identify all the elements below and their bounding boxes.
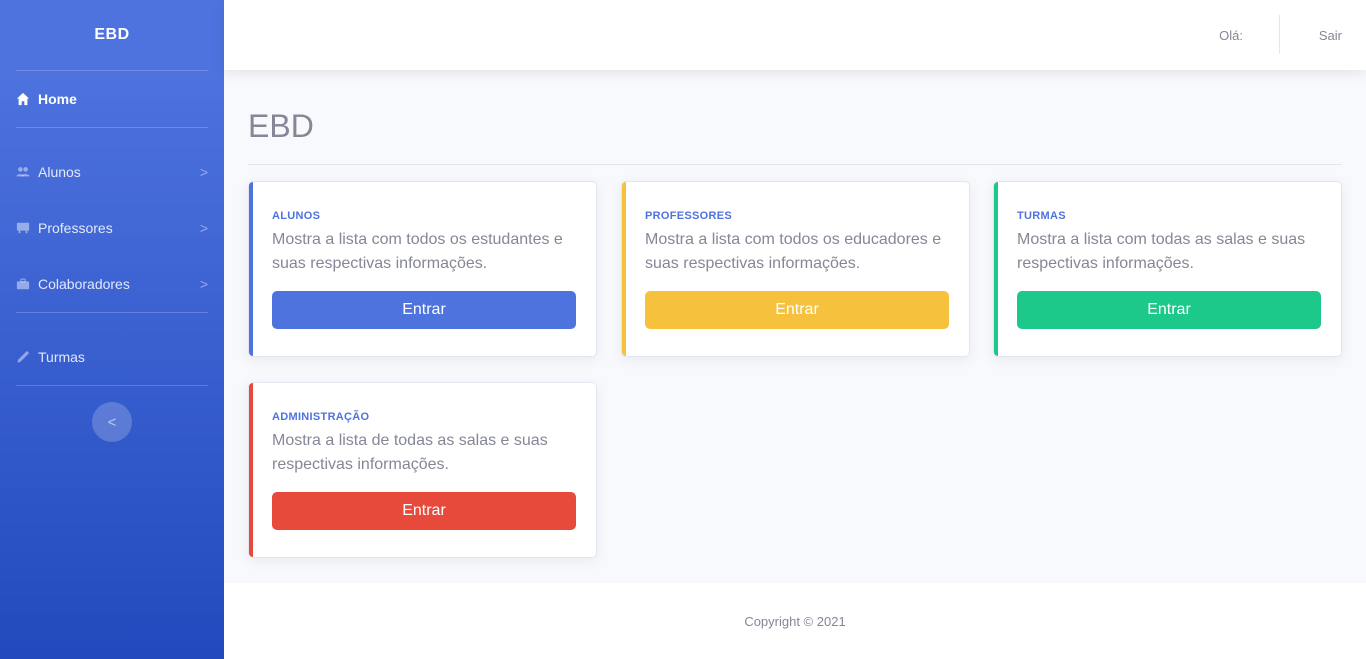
sidebar-toggle-wrap: <: [0, 386, 224, 442]
card-turmas: TURMAS Mostra a lista com todas as salas…: [993, 181, 1342, 357]
sidebar-item-home[interactable]: Home: [0, 71, 224, 127]
card-accent: [249, 182, 253, 356]
card-administracao: ADMINISTRAÇÃO Mostra a lista de todas as…: [248, 382, 597, 558]
topbar: Olá: Sair: [224, 0, 1366, 70]
copyright-text: Copyright © 2021: [744, 613, 846, 629]
sidebar-item-alunos[interactable]: Alunos >: [0, 144, 224, 200]
title-divider: [248, 164, 1342, 165]
footer: Copyright © 2021: [224, 583, 1366, 659]
professores-enter-button[interactable]: Entrar: [645, 291, 949, 329]
administracao-enter-button[interactable]: Entrar: [272, 492, 576, 530]
sidebar-item-professores[interactable]: Professores >: [0, 200, 224, 256]
card-kicker: PROFESSORES: [645, 210, 733, 222]
pen-icon: [16, 350, 30, 364]
sidebar-toggle-button[interactable]: <: [92, 402, 132, 442]
sidebar-item-label: Home: [38, 91, 77, 107]
briefcase-icon: [16, 277, 30, 291]
card-description: Mostra a lista de todas as salas e suas …: [272, 432, 548, 473]
page-title: EBD: [248, 108, 314, 144]
sidebar-item-label: Turmas: [38, 349, 85, 365]
card-description: Mostra a lista com todos os educadores e…: [645, 231, 942, 272]
chevron-right-icon: >: [199, 164, 208, 180]
logout-link[interactable]: Sair: [1319, 0, 1342, 70]
user-greeting[interactable]: Olá:: [1219, 0, 1243, 70]
sidebar-item-label: Colaboradores: [38, 276, 130, 292]
card-description: Mostra a lista com todas as salas e suas…: [1017, 231, 1306, 272]
home-icon: [16, 92, 30, 106]
chevron-right-icon: >: [199, 276, 208, 292]
turmas-enter-button[interactable]: Entrar: [1017, 291, 1321, 329]
sidebar-brand[interactable]: EBD: [0, 0, 224, 70]
sidebar-item-colaboradores[interactable]: Colaboradores >: [0, 256, 224, 312]
card-professores: PROFESSORES Mostra a lista com todos os …: [621, 181, 970, 357]
sidebar: EBD Home Alunos > Professores > Colabora…: [0, 0, 224, 659]
users-icon: [16, 165, 30, 179]
sidebar-item-turmas[interactable]: Turmas: [0, 329, 224, 385]
card-description: Mostra a lista com todos os estudantes e…: [272, 231, 563, 272]
card-accent: [622, 182, 626, 356]
card-accent: [249, 383, 253, 557]
card-kicker: ALUNOS: [272, 210, 321, 222]
card-kicker: TURMAS: [1017, 210, 1066, 222]
chevron-right-icon: >: [199, 220, 208, 236]
card-kicker: ADMINISTRAÇÃO: [272, 411, 370, 423]
card-alunos: ALUNOS Mostra a lista com todos os estud…: [248, 181, 597, 357]
card-accent: [994, 182, 998, 356]
topbar-divider: [1279, 15, 1280, 54]
chalkboard-icon: [16, 221, 30, 235]
sidebar-item-label: Alunos: [38, 164, 81, 180]
alunos-enter-button[interactable]: Entrar: [272, 291, 576, 329]
sidebar-item-label: Professores: [38, 220, 113, 236]
